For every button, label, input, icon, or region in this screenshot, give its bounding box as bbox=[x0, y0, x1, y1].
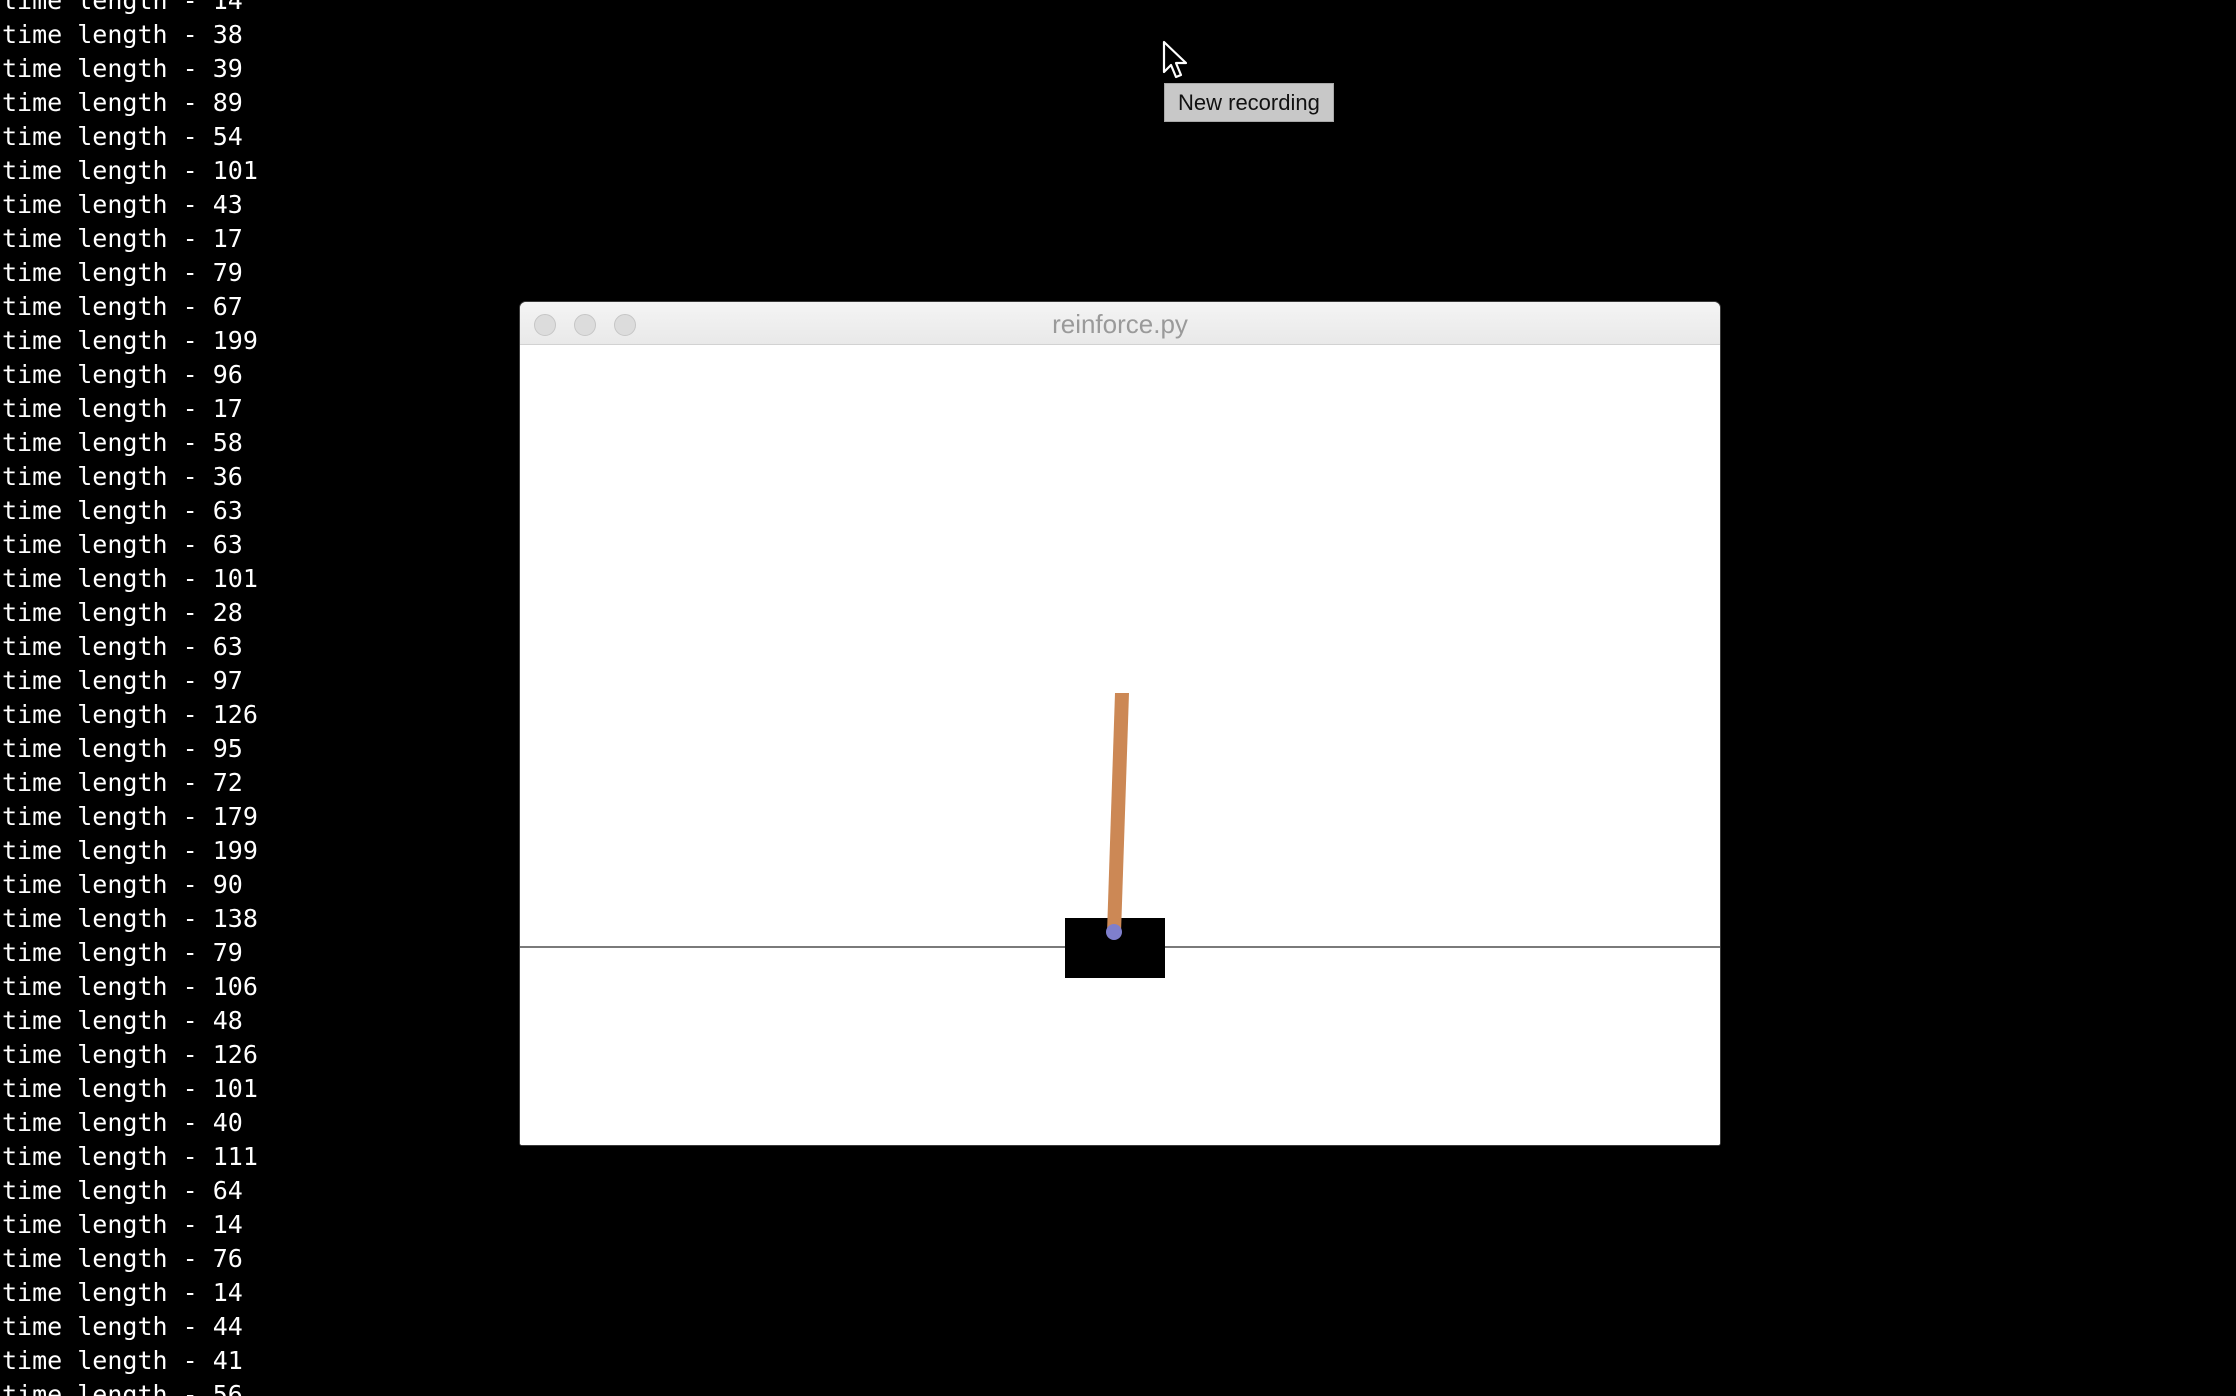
terminal-line: time length - 17 bbox=[2, 224, 243, 253]
terminal-line: time length - 111 bbox=[2, 1142, 258, 1171]
terminal-line: time length - 64 bbox=[2, 1176, 243, 1205]
terminal-line: time length - 138 bbox=[2, 904, 258, 933]
terminal-line: time length - 97 bbox=[2, 666, 243, 695]
terminal-line: time length - 48 bbox=[2, 1006, 243, 1035]
terminal-line: time length - 126 bbox=[2, 1040, 258, 1069]
terminal-line: time length - 63 bbox=[2, 496, 243, 525]
terminal-line: time length - 101 bbox=[2, 564, 258, 593]
terminal-line: time length - 89 bbox=[2, 88, 243, 117]
terminal-line: time length - 96 bbox=[2, 360, 243, 389]
terminal-line: time length - 14 bbox=[2, 1210, 243, 1239]
terminal-line: time length - 43 bbox=[2, 190, 243, 219]
terminal-line: time length - 44 bbox=[2, 1312, 243, 1341]
terminal-line: time length - 63 bbox=[2, 632, 243, 661]
terminal-line: time length - 14 bbox=[2, 0, 243, 15]
terminal-line: time length - 79 bbox=[2, 938, 243, 967]
window-title: reinforce.py bbox=[1052, 309, 1188, 339]
terminal-line: time length - 17 bbox=[2, 394, 243, 423]
terminal-line: time length - 58 bbox=[2, 428, 243, 457]
terminal-line: time length - 72 bbox=[2, 768, 243, 797]
terminal-line: time length - 76 bbox=[2, 1244, 243, 1273]
terminal-line: time length - 199 bbox=[2, 326, 258, 355]
axle bbox=[1106, 924, 1122, 940]
terminal-line: time length - 56 bbox=[2, 1380, 243, 1396]
reinforce-window[interactable]: reinforce.py bbox=[520, 302, 1720, 1145]
terminal-line: time length - 39 bbox=[2, 54, 243, 83]
terminal-line: time length - 28 bbox=[2, 598, 243, 627]
terminal-line: time length - 90 bbox=[2, 870, 243, 899]
window-titlebar[interactable]: reinforce.py bbox=[520, 302, 1720, 345]
new-recording-tooltip: New recording bbox=[1164, 83, 1334, 122]
terminal-line: time length - 54 bbox=[2, 122, 243, 151]
terminal-line: time length - 126 bbox=[2, 700, 258, 729]
terminal-line: time length - 101 bbox=[2, 156, 258, 185]
terminal-output: time length - 14 time length - 38 time len… bbox=[0, 0, 500, 1396]
arrow-pointer-icon bbox=[1162, 40, 1188, 79]
terminal-line: time length - 95 bbox=[2, 734, 243, 763]
terminal-line: time length - 63 bbox=[2, 530, 243, 559]
terminal-line: time length - 41 bbox=[2, 1346, 243, 1375]
terminal-lines: time length - 14 time length - 38 time len… bbox=[2, 0, 258, 1396]
terminal-line: time length - 38 bbox=[2, 20, 243, 49]
terminal-line: time length - 199 bbox=[2, 836, 258, 865]
terminal-line: time length - 79 bbox=[2, 258, 243, 287]
terminal-line: time length - 40 bbox=[2, 1108, 243, 1137]
terminal-line: time length - 179 bbox=[2, 802, 258, 831]
terminal-line: time length - 67 bbox=[2, 292, 243, 321]
terminal-line: time length - 101 bbox=[2, 1074, 258, 1103]
cartpole-canvas bbox=[520, 345, 1720, 1145]
terminal-line: time length - 36 bbox=[2, 462, 243, 491]
terminal-line: time length - 14 bbox=[2, 1278, 243, 1307]
terminal-line: time length - 106 bbox=[2, 972, 258, 1001]
